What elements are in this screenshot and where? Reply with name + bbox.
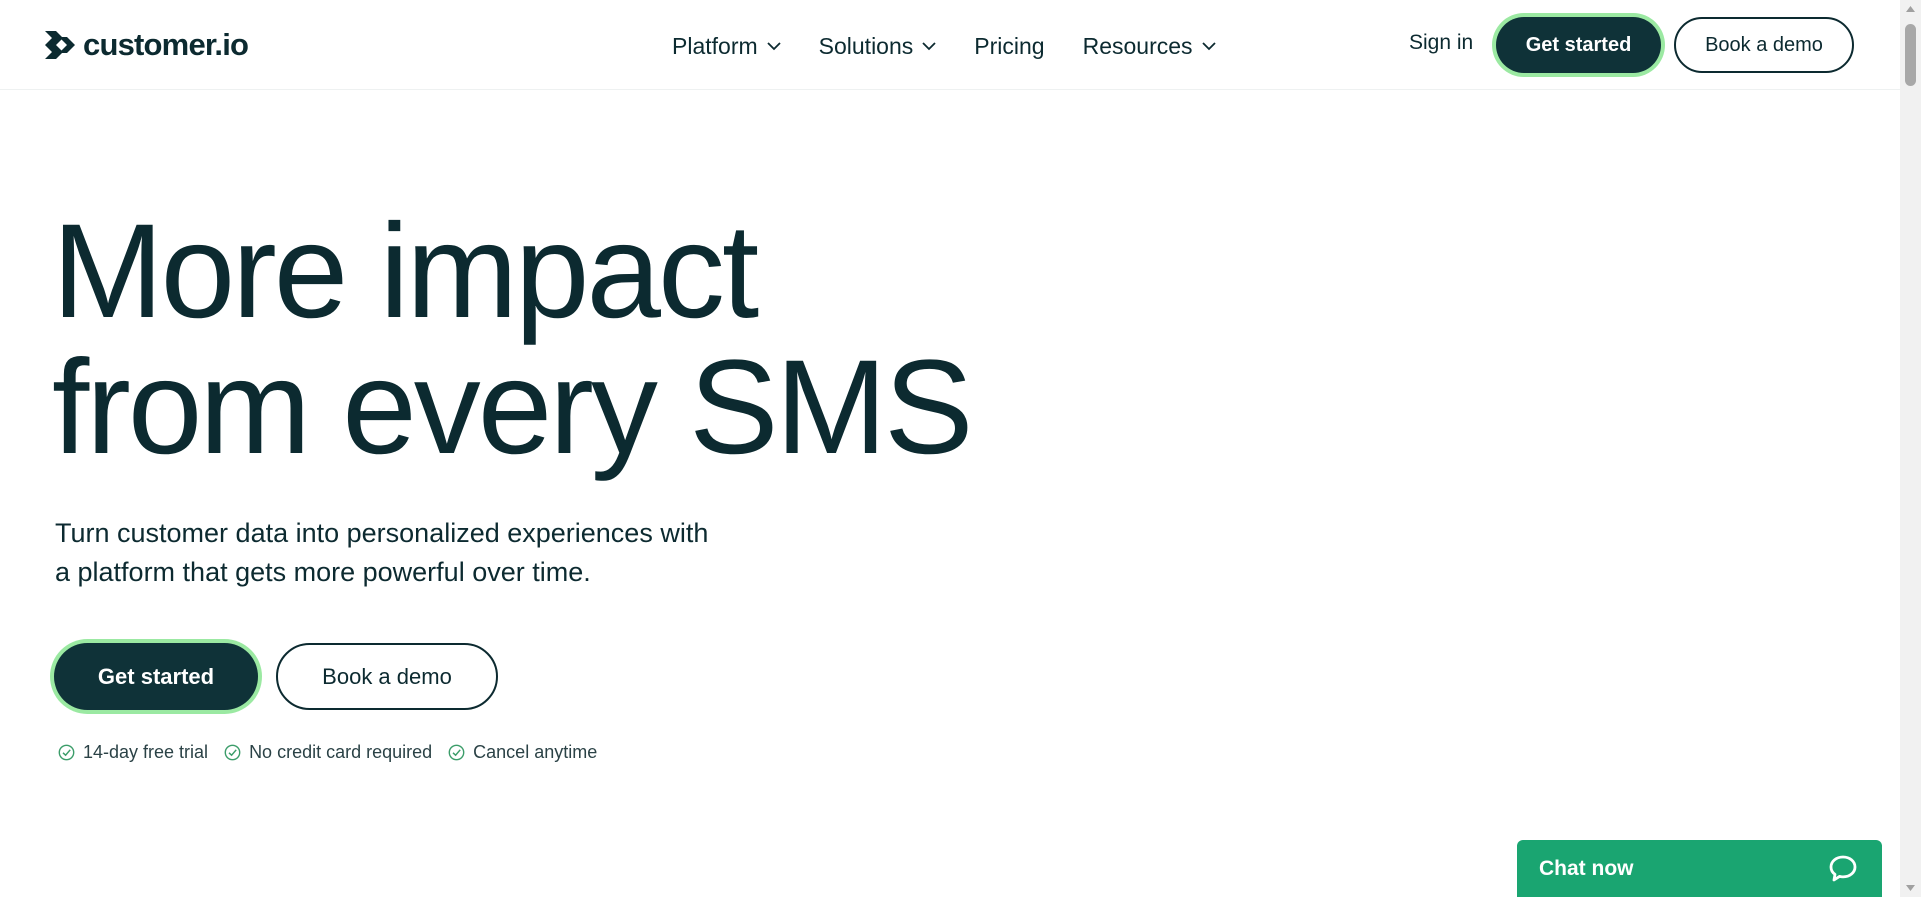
nav-item-platform[interactable]: Platform [672, 33, 781, 60]
chevron-down-icon [767, 41, 781, 50]
scroll-thumb[interactable] [1905, 24, 1916, 86]
hero-book-demo-button[interactable]: Book a demo [276, 643, 498, 710]
triangle-up-icon [1906, 6, 1915, 12]
main-nav: Platform Solutions Pricing Resources [672, 28, 1254, 64]
chevron-down-icon [922, 41, 936, 50]
hero-subtitle: Turn customer data into personalized exp… [55, 514, 795, 592]
scroll-down-arrow[interactable] [1900, 879, 1921, 897]
triangle-down-icon [1906, 885, 1915, 891]
perk-label: 14-day free trial [83, 741, 209, 762]
nav-item-resources[interactable]: Resources [1083, 33, 1216, 60]
sign-in-link[interactable]: Sign in [1409, 31, 1473, 55]
hero-title-line-1: More impact [52, 197, 759, 346]
brand-logo[interactable]: customer.io [45, 27, 249, 63]
header-get-started-button[interactable]: Get started [1496, 17, 1661, 73]
hero-get-started-button[interactable]: Get started [54, 643, 258, 710]
nav-item-label: Solutions [818, 32, 914, 59]
chevron-down-icon [1201, 41, 1216, 50]
scroll-up-arrow[interactable] [1900, 0, 1921, 18]
logo-icon [45, 31, 75, 59]
perk-label: Cancel anytime [473, 741, 598, 762]
nav-item-label: Platform [672, 32, 758, 59]
nav-item-solutions[interactable]: Solutions [819, 33, 937, 60]
nav-item-label: Resources [1082, 32, 1193, 59]
chat-now-label: Chat now [1539, 856, 1634, 880]
perk-label: No credit card required [249, 741, 433, 762]
hero-title: More impact from every SMS [52, 204, 1152, 476]
hero-title-line-2: from every SMS [52, 333, 974, 482]
header-book-demo-button[interactable]: Book a demo [1674, 17, 1854, 73]
page: customer.io Platform Solutions Pricing R… [0, 0, 1921, 897]
nav-item-label: Pricing [974, 32, 1045, 59]
perks-list: 14-day free trial No credit card require… [58, 740, 597, 764]
page-scrollbar[interactable] [1900, 0, 1921, 897]
perk-item: Cancel anytime [448, 742, 597, 763]
perk-item: 14-day free trial [58, 742, 208, 763]
hero-subtitle-line-2: a platform that gets more powerful over … [55, 557, 591, 587]
chat-bubble-icon [1829, 855, 1857, 881]
brand-name: customer.io [83, 27, 249, 62]
check-circle-icon [224, 744, 241, 760]
check-circle-icon [58, 744, 75, 760]
chat-now-widget[interactable]: Chat now [1517, 840, 1882, 897]
site-header: customer.io Platform Solutions Pricing R… [0, 0, 1900, 90]
check-circle-icon [448, 744, 465, 760]
nav-item-pricing[interactable]: Pricing [974, 33, 1044, 60]
hero-subtitle-line-1: Turn customer data into personalized exp… [55, 518, 709, 548]
perk-item: No credit card required [224, 742, 432, 763]
